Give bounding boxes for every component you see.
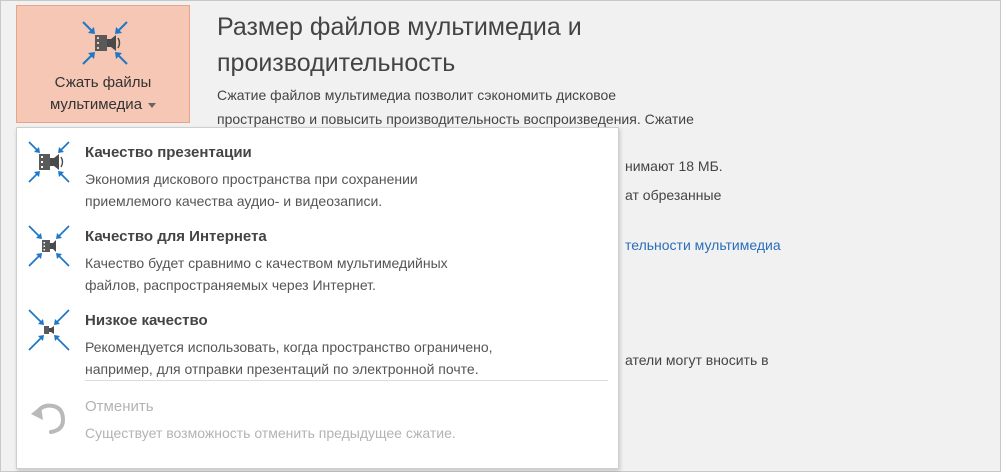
menu-item-desc-line2: приемлемого качества аудио- и видеозапис… [85, 193, 383, 209]
section-description: Сжатие файлов мультимедиа позволит сэкон… [217, 83, 817, 131]
menu-item-description: Существует возможность отменить предыдущ… [85, 422, 605, 444]
compress-button-label-line2: мультимедиа [17, 94, 189, 116]
editors-text: атели могут вносить в [625, 352, 769, 368]
menu-item-title: Качество презентации [85, 144, 252, 161]
section-desc-line1: Сжатие файлов мультимедиа позволит сэкон… [217, 87, 617, 103]
compress-media-icon [82, 21, 128, 65]
menu-item-desc-line1: Качество будет сравнимо с качеством муль… [85, 255, 448, 271]
menu-item-description: Рекомендуется использовать, когда простр… [85, 336, 605, 380]
menu-item-description: Экономия дискового пространства при сохр… [85, 168, 605, 212]
compress-button-label-line2-text: мультимедиа [49, 96, 143, 113]
presentation-quality-icon [28, 141, 70, 183]
menu-separator [85, 380, 608, 381]
compress-button-label-line1: Сжать файлы [54, 74, 152, 91]
menu-item-desc-line1: Экономия дискового пространства при сохр… [85, 171, 418, 187]
menu-item-description: Качество будет сравнимо с качеством муль… [85, 252, 605, 296]
low-quality-icon [28, 309, 70, 351]
menu-item-low-quality[interactable]: Низкое качество Рекомендуется использова… [17, 300, 618, 382]
section-title-line1: Размер файлов мультимедиа и [217, 13, 582, 41]
compress-button-label: Сжать файлы мультимедиа [17, 72, 189, 116]
backstage-panel: Размер файлов мультимедиа и производител… [0, 0, 1001, 472]
trimmed-media-text: ат обрезанные [625, 187, 722, 203]
menu-item-title: Отменить [85, 398, 154, 415]
chevron-down-icon [148, 102, 157, 108]
section-title: Размер файлов мультимедиа и производител… [217, 9, 637, 81]
menu-item-desc-line2: например, для отправки презентаций по эл… [85, 361, 479, 377]
menu-item-internet-quality[interactable]: Качество для Интернета Качество будет ср… [17, 216, 618, 298]
media-size-text: нимают 18 МБ. [625, 158, 723, 174]
menu-item-presentation-quality[interactable]: Качество презентации Экономия дискового … [17, 132, 618, 214]
section-title-line2: производительность [217, 49, 456, 77]
menu-item-desc-line2: файлов, распространяемых через Интернет. [85, 277, 376, 293]
internet-quality-icon [28, 225, 70, 267]
menu-item-desc-line1: Существует возможность отменить предыдущ… [85, 425, 456, 441]
compress-media-button[interactable]: Сжать файлы мультимедиа [16, 5, 190, 123]
undo-icon [31, 403, 66, 434]
menu-item-title: Качество для Интернета [85, 228, 267, 245]
media-performance-link[interactable]: тельности мультимедиа [625, 233, 781, 257]
compress-options-menu: Качество презентации Экономия дискового … [16, 127, 619, 469]
menu-item-title: Низкое качество [85, 312, 208, 329]
menu-item-desc-line1: Рекомендуется использовать, когда простр… [85, 339, 493, 355]
menu-item-undo[interactable]: Отменить Существует возможность отменить… [17, 386, 618, 452]
